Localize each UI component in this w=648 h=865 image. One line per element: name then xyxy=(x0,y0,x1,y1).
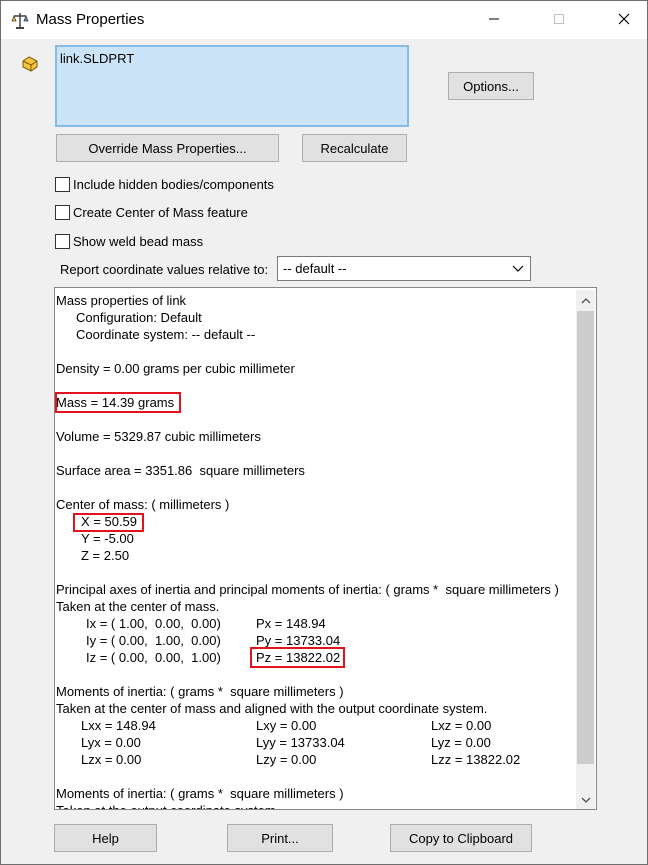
weld-bead-option[interactable]: Show weld bead mass xyxy=(55,232,203,250)
maximize-icon xyxy=(553,13,565,28)
com-z-text: Z = 2.50 xyxy=(81,548,130,563)
moments-subheader: Taken at the center of mass and aligned … xyxy=(56,701,488,716)
com-y-text: Y = -5.00 xyxy=(81,531,134,546)
volume-text: Volume = 5329.87 cubic millimeters xyxy=(56,429,261,444)
selected-items-list[interactable]: link.SLDPRT xyxy=(55,45,409,127)
part-icon xyxy=(20,54,40,74)
scroll-up-button[interactable] xyxy=(576,290,595,310)
coordinate-system-text: Coordinate system: -- default -- xyxy=(76,327,256,342)
override-mass-properties-button[interactable]: Override Mass Properties... xyxy=(56,134,279,162)
include-hidden-option[interactable]: Include hidden bodies/components xyxy=(55,175,274,193)
taken-at-center-text: Taken at the center of mass. xyxy=(56,599,220,614)
principal-axes-header: Principal axes of inertia and principal … xyxy=(56,582,559,597)
chevron-up-icon xyxy=(581,293,591,308)
scroll-down-button[interactable] xyxy=(576,789,595,809)
ix-text: Ix = ( 1.00, 0.00, 0.00) xyxy=(86,616,221,631)
lxx-text: Lxx = 148.94 xyxy=(81,718,156,733)
iy-text: Iy = ( 0.00, 1.00, 0.00) xyxy=(86,633,221,648)
close-icon xyxy=(618,13,630,28)
com-x-highlight xyxy=(73,513,144,532)
center-of-mass-feature-option[interactable]: Create Center of Mass feature xyxy=(55,203,248,221)
surface-area-text: Surface area = 3351.86 square millimeter… xyxy=(56,463,305,478)
chevron-down-icon xyxy=(581,792,591,807)
weld-bead-label: Show weld bead mass xyxy=(73,233,204,249)
recalculate-button[interactable]: Recalculate xyxy=(302,134,407,162)
maximize-button[interactable] xyxy=(536,1,582,39)
help-button[interactable]: Help xyxy=(54,824,157,852)
px-text: Px = 148.94 xyxy=(256,616,326,631)
title-bar: Mass Properties xyxy=(1,1,647,39)
lyx-text: Lyx = 0.00 xyxy=(81,735,141,750)
lyz-text: Lyz = 0.00 xyxy=(431,735,491,750)
list-item[interactable]: link.SLDPRT xyxy=(60,51,134,66)
results-scrollbar[interactable] xyxy=(576,290,595,809)
iz-text: Iz = ( 0.00, 0.00, 1.00) xyxy=(86,650,221,665)
lxy-text: Lxy = 0.00 xyxy=(256,718,317,733)
coordinate-system-value: -- default -- xyxy=(283,261,347,276)
center-of-mass-feature-label: Create Center of Mass feature xyxy=(73,204,248,220)
minimize-button[interactable] xyxy=(471,1,517,39)
lzx-text: Lzx = 0.00 xyxy=(81,752,142,767)
window-title: Mass Properties xyxy=(36,11,145,28)
moments-output-header: Moments of inertia: ( grams * square mil… xyxy=(56,786,344,801)
scroll-thumb[interactable] xyxy=(577,311,594,764)
moments-header: Moments of inertia: ( grams * square mil… xyxy=(56,684,344,699)
mass-properties-results[interactable]: Mass properties of link Configuration: D… xyxy=(54,287,597,810)
moments-output-subheader: Taken at the output coordinate system. xyxy=(56,802,279,809)
weld-bead-checkbox[interactable] xyxy=(55,233,70,249)
center-of-mass-feature-checkbox[interactable] xyxy=(55,204,70,220)
pz-highlight xyxy=(250,647,345,668)
lzy-text: Lzy = 0.00 xyxy=(256,752,317,767)
results-header: Mass properties of link xyxy=(56,293,187,308)
mass-properties-icon xyxy=(11,10,29,30)
minimize-icon xyxy=(488,13,500,28)
print-button[interactable]: Print... xyxy=(227,824,333,852)
lxz-text: Lxz = 0.00 xyxy=(431,718,492,733)
options-button[interactable]: Options... xyxy=(448,72,534,100)
close-button[interactable] xyxy=(601,1,647,39)
configuration-text: Configuration: Default xyxy=(76,310,202,325)
mass-highlight xyxy=(55,392,181,413)
lzz-text: Lzz = 13822.02 xyxy=(431,752,521,767)
center-of-mass-header: Center of mass: ( millimeters ) xyxy=(56,497,230,512)
mass-properties-dialog: Mass Properties link.SLDPRT Options... O… xyxy=(0,0,648,865)
density-text: Density = 0.00 grams per cubic millimete… xyxy=(56,361,295,376)
include-hidden-checkbox[interactable] xyxy=(55,176,70,192)
chevron-down-icon xyxy=(512,262,524,274)
coordinate-system-label: Report coordinate values relative to: xyxy=(60,262,269,277)
lyy-text: Lyy = 13733.04 xyxy=(256,735,345,750)
copy-to-clipboard-button[interactable]: Copy to Clipboard xyxy=(390,824,532,852)
coordinate-system-dropdown[interactable]: -- default -- xyxy=(277,256,531,281)
include-hidden-label: Include hidden bodies/components xyxy=(73,176,274,192)
